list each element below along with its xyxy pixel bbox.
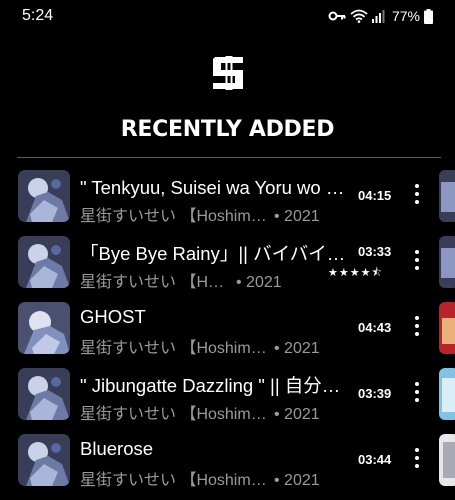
side-album-art[interactable]: [439, 170, 455, 222]
battery-percent: 77%: [391, 8, 420, 24]
track-title: GHOST: [80, 306, 146, 327]
more-options-icon[interactable]: [410, 382, 424, 408]
track-duration: 03:44: [358, 452, 392, 467]
track-row[interactable]: " Tenkyuu, Suisei wa Yoru wo Daite " || …: [0, 165, 455, 231]
more-options-icon[interactable]: [410, 316, 424, 342]
track-artist: 星街すいせい 【Hoshimachi Suisei】: [80, 208, 268, 225]
star-rating: ★★★★⯪: [328, 267, 383, 279]
more-options-icon[interactable]: [410, 250, 424, 276]
album-art: [18, 170, 70, 222]
album-art: [18, 236, 70, 288]
status-bar: 5:24 77%: [0, 0, 455, 34]
wifi-icon: [350, 9, 368, 23]
divider: [17, 157, 441, 158]
side-album-art[interactable]: [439, 368, 455, 420]
status-time: 5:24: [22, 7, 54, 24]
track-title: Bluerose: [80, 438, 154, 459]
battery-icon: [424, 8, 433, 24]
track-year: • 2021: [274, 340, 320, 357]
key-icon: [328, 11, 346, 21]
more-options-icon[interactable]: [410, 184, 424, 210]
track-artist: 星街すいせい 【Hoshimachi Suisei】: [80, 472, 268, 489]
status-icons: 77%: [328, 8, 433, 24]
track-row[interactable]: Bluerose 星街すいせい 【Hoshimachi Suisei】 • 202…: [0, 429, 455, 495]
track-year: • 2021: [274, 208, 320, 225]
side-album-art[interactable]: [439, 434, 455, 486]
more-options-icon[interactable]: [410, 448, 424, 474]
track-subtitle: 星街すいせい 【Hoshimachi Suisei】 • 2021: [80, 202, 350, 226]
track-subtitle: 星街すいせい 【Hoshimachi Suisei】 • 2021: [80, 334, 350, 358]
track-title: " Jibungatte Dazzling " || 自分勝手Dazzling: [80, 375, 350, 396]
track-artist: 星街すいせい 【Hoshimachi Suisei】: [80, 340, 268, 357]
app-logo-s-icon: [213, 53, 243, 93]
track-subtitle: 星街すいせい 【Hoshimachi Suisei】 • 2021: [80, 268, 350, 292]
track-year: • 2021: [236, 274, 282, 291]
track-duration: 04:43: [358, 320, 392, 335]
track-row[interactable]: " Jibungatte Dazzling " || 自分勝手Dazzling …: [0, 363, 455, 429]
track-year: • 2021: [274, 472, 320, 489]
signal-icon: [371, 10, 385, 23]
track-artist: 星街すいせい 【Hoshimachi Suisei】: [80, 274, 230, 291]
track-title: " Tenkyuu, Suisei wa Yoru wo Daite " || …: [80, 177, 350, 198]
track-row[interactable]: GHOST 星街すいせい 【Hoshimachi Suisei】 • 2021 0…: [0, 297, 455, 363]
track-duration: 04:15: [358, 188, 392, 203]
track-subtitle: 星街すいせい 【Hoshimachi Suisei】 • 2021: [80, 466, 350, 490]
side-album-art[interactable]: [439, 236, 455, 288]
side-album-art[interactable]: [439, 302, 455, 354]
track-title: 「Bye Bye Rainy」|| バイバイレイニー: [80, 243, 350, 264]
album-art: [18, 302, 70, 354]
track-row[interactable]: 「Bye Bye Rainy」|| バイバイレイニー 星街すいせい 【Hoshi…: [0, 231, 455, 297]
track-duration: 03:39: [358, 386, 392, 401]
track-artist: 星街すいせい 【Hoshimachi Suisei】: [80, 406, 268, 423]
album-art: [18, 434, 70, 486]
track-year: • 2021: [274, 406, 320, 423]
album-art: [18, 368, 70, 420]
track-duration: 03:33: [358, 244, 392, 259]
track-subtitle: 星街すいせい 【Hoshimachi Suisei】 • 2021: [80, 400, 350, 424]
section-title: RECENTLY ADDED: [120, 117, 335, 142]
